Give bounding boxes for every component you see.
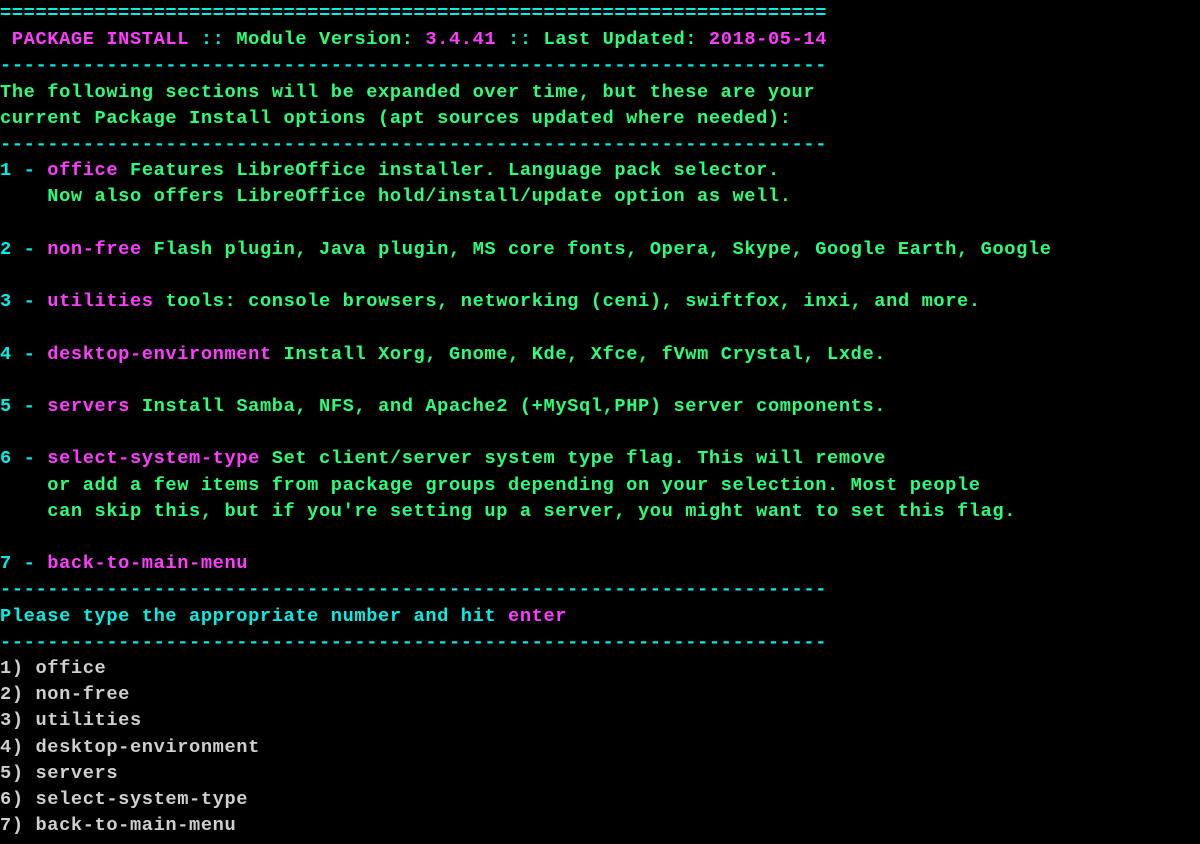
updated-label: Last Updated: (544, 28, 709, 50)
package-option-6[interactable]: 6 - select-system-type Set client/server… (0, 445, 1200, 471)
option-name: back-to-main-menu (47, 552, 248, 574)
option-number: 6 (0, 447, 12, 469)
option-number: 4 (0, 343, 12, 365)
option-desc: Features LibreOffice installer. Language… (130, 159, 780, 181)
package-option-3[interactable]: 3 - utilities tools: console browsers, n… (0, 288, 1200, 314)
option-desc: Set client/server system type flag. This… (272, 447, 886, 469)
option-number: 3 (0, 290, 12, 312)
version-label: Module Version: (236, 28, 425, 50)
intro-line-2: current Package Install options (apt sou… (0, 107, 792, 129)
option-desc: Install Samba, NFS, and Apache2 (+MySql,… (142, 395, 886, 417)
option-name: select-system-type (47, 447, 260, 469)
option-desc-cont: or add a few items from package groups d… (0, 472, 1200, 498)
package-option-7[interactable]: 7 - back-to-main-menu (0, 550, 1200, 576)
menu-option-3[interactable]: 3) utilities (0, 709, 142, 731)
divider: ----------------------------------------… (0, 54, 827, 76)
option-desc: Install Xorg, Gnome, Kde, Xfce, fVwm Cry… (284, 343, 887, 365)
divider: ----------------------------------------… (0, 578, 827, 600)
spacer (0, 262, 1200, 288)
package-option-4[interactable]: 4 - desktop-environment Install Xorg, Gn… (0, 341, 1200, 367)
option-number: 2 (0, 238, 12, 260)
version-value: 3.4.41 (425, 28, 496, 50)
intro-line-1: The following sections will be expanded … (0, 81, 815, 103)
terminal-output[interactable]: ========================================… (0, 0, 1200, 839)
option-number: 1 (0, 159, 12, 181)
enter-key-label: enter (508, 605, 567, 627)
package-option-5[interactable]: 5 - servers Install Samba, NFS, and Apac… (0, 393, 1200, 419)
menu-option-1[interactable]: 1) office (0, 657, 106, 679)
updated-value: 2018-05-14 (709, 28, 827, 50)
option-desc-cont: Now also offers LibreOffice hold/install… (0, 183, 1200, 209)
option-desc: Flash plugin, Java plugin, MS core fonts… (154, 238, 1052, 260)
option-name: office (47, 159, 118, 181)
menu-option-7[interactable]: 7) back-to-main-menu (0, 814, 236, 836)
package-option-1[interactable]: 1 - office Features LibreOffice installe… (0, 157, 1200, 183)
option-number: 7 (0, 552, 12, 574)
option-name: non-free (47, 238, 142, 260)
header-line: PACKAGE INSTALL :: Module Version: 3.4.4… (0, 28, 827, 50)
spacer (0, 524, 1200, 550)
menu-option-5[interactable]: 5) servers (0, 762, 118, 784)
option-name: utilities (47, 290, 153, 312)
option-desc-cont: can skip this, but if you're setting up … (0, 498, 1200, 524)
spacer (0, 314, 1200, 340)
option-name: servers (47, 395, 130, 417)
divider: ----------------------------------------… (0, 133, 827, 155)
input-prompt[interactable]: Please type the appropriate number and h… (0, 605, 567, 627)
spacer (0, 210, 1200, 236)
spacer (0, 367, 1200, 393)
menu-option-6[interactable]: 6) select-system-type (0, 788, 248, 810)
menu-option-2[interactable]: 2) non-free (0, 683, 130, 705)
spacer (0, 419, 1200, 445)
menu-option-4[interactable]: 4) desktop-environment (0, 736, 260, 758)
divider: ----------------------------------------… (0, 631, 827, 653)
option-name: desktop-environment (47, 343, 271, 365)
option-number: 5 (0, 395, 12, 417)
package-option-2[interactable]: 2 - non-free Flash plugin, Java plugin, … (0, 236, 1200, 262)
border-top: ========================================… (0, 2, 827, 24)
app-title: PACKAGE INSTALL (12, 28, 189, 50)
option-desc: tools: console browsers, networking (cen… (165, 290, 980, 312)
